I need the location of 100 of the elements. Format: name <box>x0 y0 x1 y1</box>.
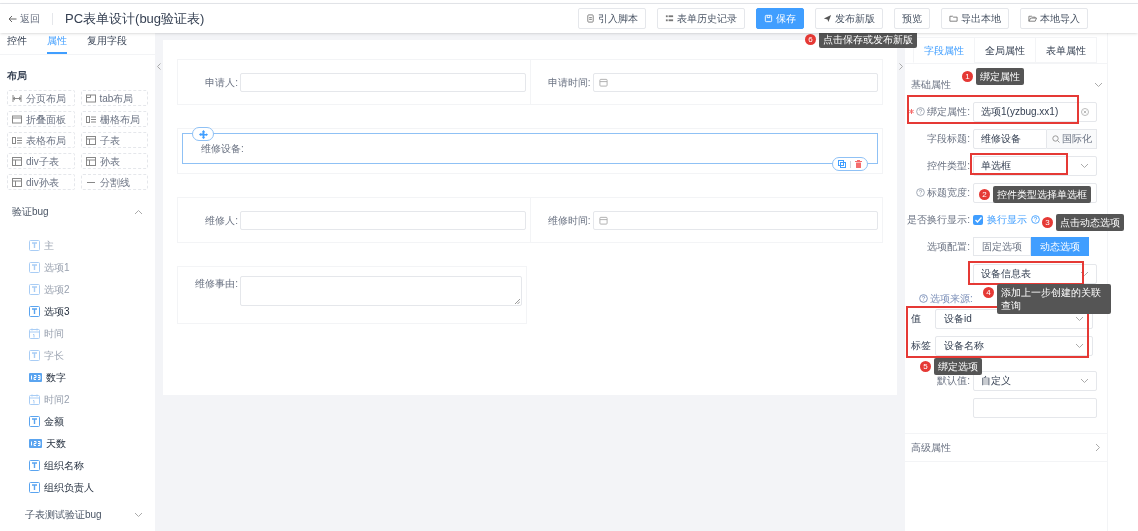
back-arrow-icon <box>8 14 17 23</box>
panel-tab[interactable]: 表单属性 <box>1035 37 1097 63</box>
section-title[interactable]: 基础属性 <box>911 77 951 92</box>
page-title: PC表单设计(bug验证表) <box>65 9 205 28</box>
toolbar-button[interactable]: 引入脚本 <box>578 8 646 29</box>
field-item[interactable]: 选项3 <box>0 305 155 317</box>
text-field-icon <box>29 305 40 317</box>
step-number: 3 <box>1042 217 1053 228</box>
checkbox-label: 换行显示 <box>987 213 1027 227</box>
calendar-icon <box>29 327 40 339</box>
textarea-field[interactable] <box>240 276 522 306</box>
layout-widget[interactable]: 表格布局 <box>7 132 75 148</box>
grid-icon <box>12 135 22 145</box>
layout-widget[interactable]: div子表 <box>7 153 75 169</box>
field-item[interactable]: 组织名称 <box>0 459 155 471</box>
tab-icon <box>85 93 96 103</box>
toolbar-button[interactable]: 表单历史记录 <box>657 8 745 29</box>
form-row[interactable]: 维修人: 维修时间: <box>177 197 883 243</box>
layout-widget[interactable]: tab布局 <box>80 90 148 106</box>
select-field[interactable]: 单选框 <box>973 155 1097 176</box>
chevron-down-icon <box>1080 377 1089 384</box>
number-field-icon <box>29 371 42 383</box>
calendar-icon <box>598 77 608 87</box>
checkbox[interactable] <box>973 214 983 225</box>
text-field-icon <box>29 261 40 273</box>
expand-icon[interactable] <box>899 63 903 70</box>
number-field-icon <box>29 437 42 449</box>
panel-icon <box>12 114 22 124</box>
panel-tab[interactable]: 字段属性 <box>913 37 975 63</box>
section-title[interactable]: 高级属性 <box>911 440 951 455</box>
layout-widget[interactable]: 折叠面板 <box>7 111 75 127</box>
text-field[interactable] <box>973 397 1097 418</box>
field-item[interactable]: 数字 <box>0 371 155 383</box>
folder-icon <box>1028 14 1037 23</box>
field-label: 维修事由: <box>194 277 239 291</box>
annotation-tooltip: 绑定属性 <box>976 68 1024 85</box>
list-icon <box>665 14 674 23</box>
layout-widget[interactable]: 分割线 <box>80 174 148 190</box>
grid-icon <box>85 114 96 124</box>
layout-widget[interactable]: 孙表 <box>80 153 148 169</box>
chevron-down-icon[interactable] <box>1094 81 1103 88</box>
text-field[interactable]: 选项1(yzbug.xx1) <box>973 101 1097 122</box>
i18n-button[interactable]: 国际化 <box>1047 128 1097 149</box>
field-item[interactable]: 组织负责人 <box>0 481 155 493</box>
property-label: 绑定属性: <box>927 105 970 119</box>
form-row[interactable]: 维修事由: <box>177 266 527 324</box>
layout-widget[interactable]: 子表 <box>80 132 148 148</box>
text-field[interactable]: 维修设备 <box>973 128 1047 149</box>
text-field-icon <box>29 415 40 427</box>
clear-icon[interactable] <box>1081 107 1089 116</box>
back-link[interactable]: 返回 <box>8 11 40 26</box>
text-field[interactable] <box>240 72 526 92</box>
property-label: 字段标题: <box>927 132 970 146</box>
toolbar-button[interactable]: 导出本地 <box>941 8 1009 29</box>
layout-widget[interactable]: 栅格布局 <box>80 111 148 127</box>
text-field[interactable] <box>240 210 526 230</box>
property-label: 标签 <box>910 339 932 353</box>
field-item[interactable]: 天数 <box>0 437 155 449</box>
group-title[interactable]: 验证bug <box>12 204 49 219</box>
segment-button[interactable]: 动态选项 <box>1031 237 1089 256</box>
toolbar-button[interactable]: 保存 <box>756 8 804 29</box>
move-handle[interactable] <box>192 127 214 141</box>
step-number: 2 <box>979 189 990 200</box>
section-heading: 布局 <box>6 69 28 83</box>
date-field[interactable] <box>592 72 878 92</box>
form-row[interactable]: 维修设备: <box>177 128 883 174</box>
toolbar-button[interactable]: 预览 <box>894 8 930 29</box>
chevron-right-icon[interactable] <box>1095 443 1101 452</box>
layout-widget[interactable]: 分页布局 <box>7 90 75 106</box>
chevron-down-icon[interactable] <box>134 511 143 518</box>
text-field-icon <box>29 481 40 493</box>
toolbar-button[interactable]: 本地导入 <box>1020 8 1088 29</box>
group-title[interactable]: 子表测试验证bug <box>25 507 102 522</box>
chevron-down-icon <box>1075 342 1084 349</box>
select-field[interactable]: 设备名称 <box>935 335 1093 356</box>
date-field[interactable] <box>592 210 878 230</box>
send-icon <box>823 14 832 23</box>
chevron-down-icon <box>1080 270 1089 277</box>
property-label: 是否换行显示: <box>907 213 970 227</box>
step-number: 1 <box>962 71 973 82</box>
annotation-tooltip: 添加上一步创建的关联查询 <box>997 284 1111 314</box>
select-field[interactable]: 自定义 <box>973 370 1097 391</box>
panel-tab[interactable]: 控件 <box>7 33 27 54</box>
segment-button[interactable]: 固定选项 <box>973 237 1031 256</box>
delete-icon[interactable] <box>855 160 862 168</box>
step-number: 4 <box>983 287 994 298</box>
chevron-up-icon[interactable] <box>134 208 143 215</box>
text-field-icon <box>29 459 40 471</box>
toolbar-button[interactable]: 发布新版 <box>815 8 883 29</box>
panel-tab[interactable]: 复用字段 <box>87 33 127 54</box>
collapse-icon[interactable] <box>157 63 161 70</box>
form-row[interactable]: 申请人: 申请时间: <box>177 59 883 105</box>
layout-widget[interactable]: div孙表 <box>7 174 75 190</box>
copy-icon[interactable] <box>838 160 846 168</box>
panel-tab[interactable]: 属性 <box>47 33 67 54</box>
step-number: 6 <box>805 34 816 45</box>
document-icon <box>586 14 595 23</box>
field-item[interactable]: 金额 <box>0 415 155 427</box>
select-field[interactable]: 设备信息表 <box>973 263 1097 284</box>
panel-tab[interactable]: 全局属性 <box>974 37 1036 63</box>
